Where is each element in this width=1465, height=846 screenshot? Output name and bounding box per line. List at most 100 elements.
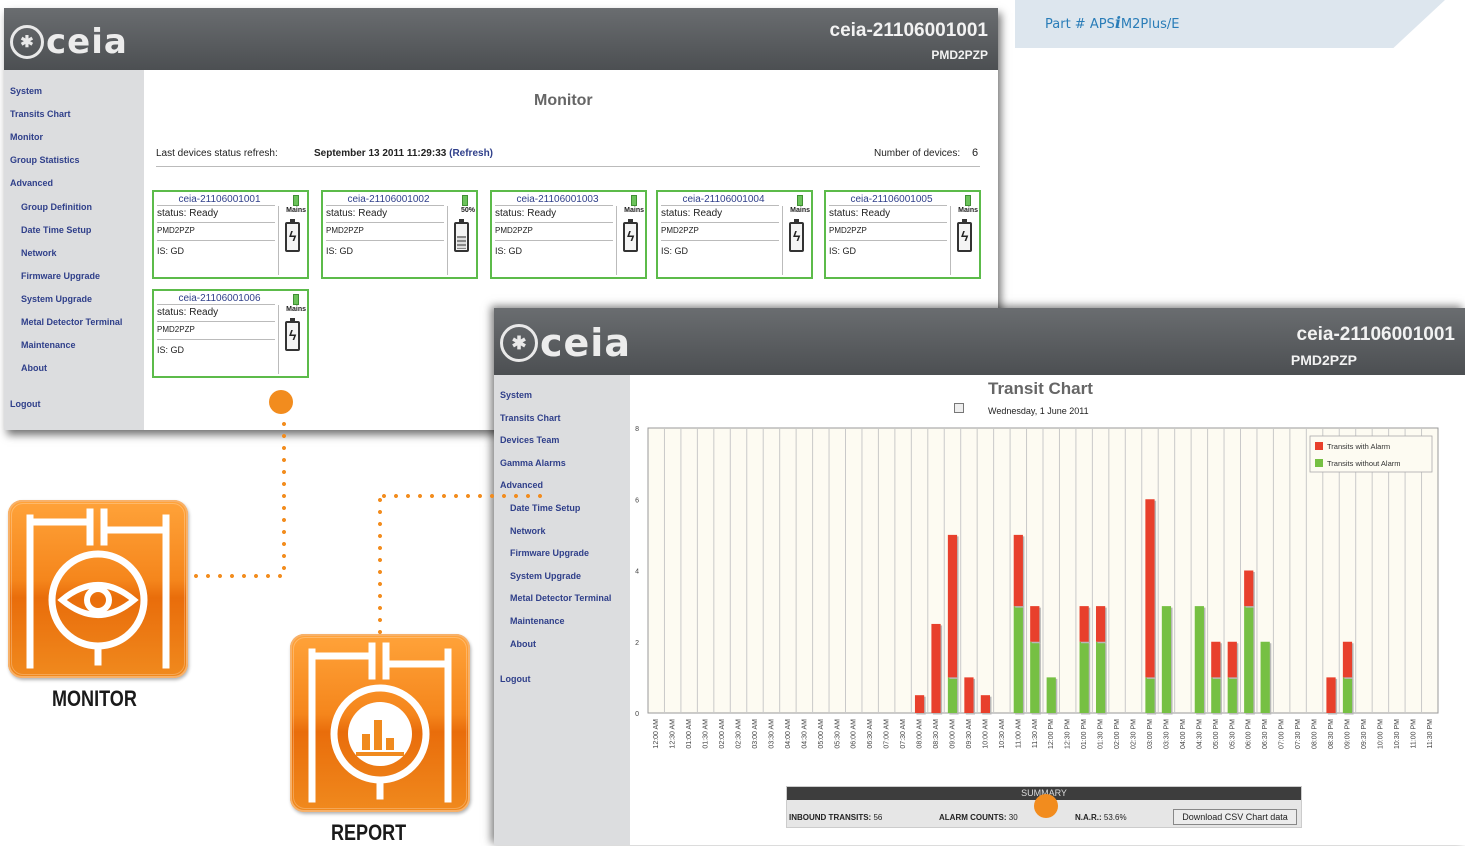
bar-without-alarm[interactable] — [1046, 677, 1056, 713]
bar-with-alarm[interactable] — [1013, 534, 1023, 607]
legend-label: Transits without Alarm — [1327, 459, 1401, 468]
sidebar-item-maintenance[interactable]: Maintenance — [510, 616, 565, 626]
device-name[interactable]: ceia-21106001001 — [154, 194, 285, 205]
device-card[interactable]: ceia-21106001005 status: Ready PMD2PZP IS: … — [824, 190, 981, 279]
ceia-logo: ✱ ceia — [10, 22, 128, 62]
bar-with-alarm[interactable] — [1244, 570, 1254, 607]
bar-without-alarm[interactable] — [1194, 606, 1204, 713]
device-name[interactable]: ceia-21106001005 — [826, 194, 957, 205]
plug-icon — [462, 195, 468, 206]
device-card[interactable]: ceia-21106001004 status: Ready PMD2PZP IS: … — [656, 190, 813, 279]
battery-icon: ϟ — [285, 219, 300, 252]
sidebar-item-metal-detector-terminal[interactable]: Metal Detector Terminal — [21, 317, 122, 327]
sidebar-item-devices-team[interactable]: Devices Team — [500, 435, 559, 445]
bar-with-alarm[interactable] — [1227, 641, 1237, 678]
bar-without-alarm[interactable] — [1145, 677, 1155, 713]
sidebar-item-logout[interactable]: Logout — [500, 674, 531, 684]
bar-without-alarm[interactable] — [1342, 677, 1353, 713]
x-tick-label: 07:30 PM — [1295, 719, 1302, 749]
refresh-link[interactable]: (Refresh) — [449, 148, 493, 159]
download-csv-button[interactable]: Download CSV Chart data — [1173, 809, 1297, 825]
sidebar-item-system[interactable]: System — [10, 86, 42, 96]
bar-with-alarm[interactable] — [1342, 641, 1353, 678]
sidebar-item-date-time-setup[interactable]: Date Time Setup — [510, 503, 580, 513]
device-card[interactable]: ceia-21106001006 status: Ready PMD2PZP IS: … — [152, 289, 309, 378]
sidebar-item-transits-chart[interactable]: Transits Chart — [500, 413, 561, 423]
sidebar-item-system-upgrade[interactable]: System Upgrade — [21, 294, 92, 304]
device-model: PMD2PZP — [931, 48, 988, 62]
bar-with-alarm[interactable] — [1326, 677, 1336, 713]
sidebar-item-metal-detector-terminal[interactable]: Metal Detector Terminal — [510, 593, 611, 603]
device-name[interactable]: ceia-21106001003 — [492, 194, 623, 205]
bar-with-alarm[interactable] — [1211, 641, 1221, 678]
bar-with-alarm[interactable] — [914, 695, 925, 713]
bar-without-alarm[interactable] — [1095, 641, 1106, 713]
bar-without-alarm[interactable] — [1260, 641, 1270, 713]
legend-label: Transits with Alarm — [1327, 442, 1390, 451]
bar-without-alarm[interactable] — [947, 677, 958, 713]
x-tick-label: 09:00 PM — [1344, 719, 1351, 749]
sidebar-item-transits-chart[interactable]: Transits Chart — [10, 109, 71, 119]
device-card[interactable]: ceia-21106001002 status: Ready PMD2PZP IS: … — [321, 190, 478, 279]
y-tick-label: 4 — [635, 569, 639, 576]
bar-without-alarm[interactable] — [1013, 606, 1023, 713]
bar-without-alarm[interactable] — [1244, 606, 1254, 713]
bar-with-alarm[interactable] — [980, 695, 991, 713]
bar-without-alarm[interactable] — [1079, 641, 1089, 713]
device-name[interactable]: ceia-21106001004 — [658, 194, 789, 205]
sidebar-item-advanced[interactable]: Advanced — [10, 178, 53, 188]
bar-without-alarm[interactable] — [1030, 641, 1040, 713]
bar-without-alarm[interactable] — [1227, 677, 1237, 713]
divider — [157, 222, 275, 223]
legend-swatch — [1315, 442, 1323, 450]
sidebar-item-group-statistics[interactable]: Group Statistics — [10, 155, 80, 165]
device-card[interactable]: ceia-21106001003 status: Ready PMD2PZP IS: … — [490, 190, 647, 279]
sidebar-item-firmware-upgrade[interactable]: Firmware Upgrade — [21, 271, 100, 281]
sidebar-item-maintenance[interactable]: Maintenance — [21, 340, 76, 350]
divider — [326, 240, 444, 241]
bar-with-alarm[interactable] — [964, 677, 974, 713]
sidebar-item-advanced[interactable]: Advanced — [500, 480, 543, 490]
monitor-connector-line — [282, 418, 286, 578]
device-model: PMD2PZP — [829, 226, 867, 235]
sidebar-item-gamma-alarms[interactable]: Gamma Alarms — [500, 458, 566, 468]
bar-with-alarm[interactable] — [1145, 499, 1155, 678]
bar-with-alarm[interactable] — [931, 623, 941, 713]
bar-with-alarm[interactable] — [1030, 606, 1040, 642]
x-tick-label: 10:30 AM — [999, 719, 1006, 749]
divider — [661, 222, 779, 223]
sidebar-item-monitor[interactable]: Monitor — [10, 132, 43, 142]
sidebar-item-system-upgrade[interactable]: System Upgrade — [510, 571, 581, 581]
y-tick-label: 0 — [635, 711, 639, 718]
sidebar-item-group-definition[interactable]: Group Definition — [21, 202, 92, 212]
sidebar-item-firmware-upgrade[interactable]: Firmware Upgrade — [510, 548, 589, 558]
report-connector-line — [378, 494, 382, 634]
page-title: Monitor — [534, 92, 593, 109]
device-name[interactable]: ceia-21106001002 — [323, 194, 454, 205]
x-tick-label: 12:30 PM — [1065, 719, 1072, 749]
device-card[interactable]: ceia-21106001001 status: Ready PMD2PZP IS: … — [152, 190, 309, 279]
sidebar-item-about[interactable]: About — [21, 363, 47, 373]
bar-with-alarm[interactable] — [1095, 606, 1106, 642]
sidebar-item-network[interactable]: Network — [21, 248, 57, 258]
power-source: 50% — [460, 207, 475, 214]
sidebar-item-network[interactable]: Network — [510, 526, 546, 536]
divider — [157, 304, 275, 305]
sidebar-item-logout[interactable]: Logout — [10, 399, 41, 409]
x-tick-label: 07:00 AM — [884, 719, 891, 749]
power-source: Mains — [624, 207, 644, 214]
bar-without-alarm[interactable] — [1161, 606, 1172, 713]
sidebar-item-about[interactable]: About — [510, 639, 536, 649]
bar-with-alarm[interactable] — [947, 534, 958, 678]
monitor-app-icon[interactable] — [8, 500, 188, 678]
divider — [278, 305, 279, 374]
sidebar-item-system[interactable]: System — [500, 390, 532, 400]
bar-with-alarm[interactable] — [1079, 606, 1089, 642]
device-name[interactable]: ceia-21106001006 — [154, 293, 285, 304]
calendar-icon[interactable] — [954, 403, 964, 413]
device-is: IS: GD — [661, 246, 689, 256]
bar-without-alarm[interactable] — [1211, 677, 1221, 713]
report-app-icon[interactable] — [290, 634, 470, 812]
sidebar-item-date-time-setup[interactable]: Date Time Setup — [21, 225, 91, 235]
alarm-counts: ALARM COUNTS: 30 — [939, 813, 1018, 822]
